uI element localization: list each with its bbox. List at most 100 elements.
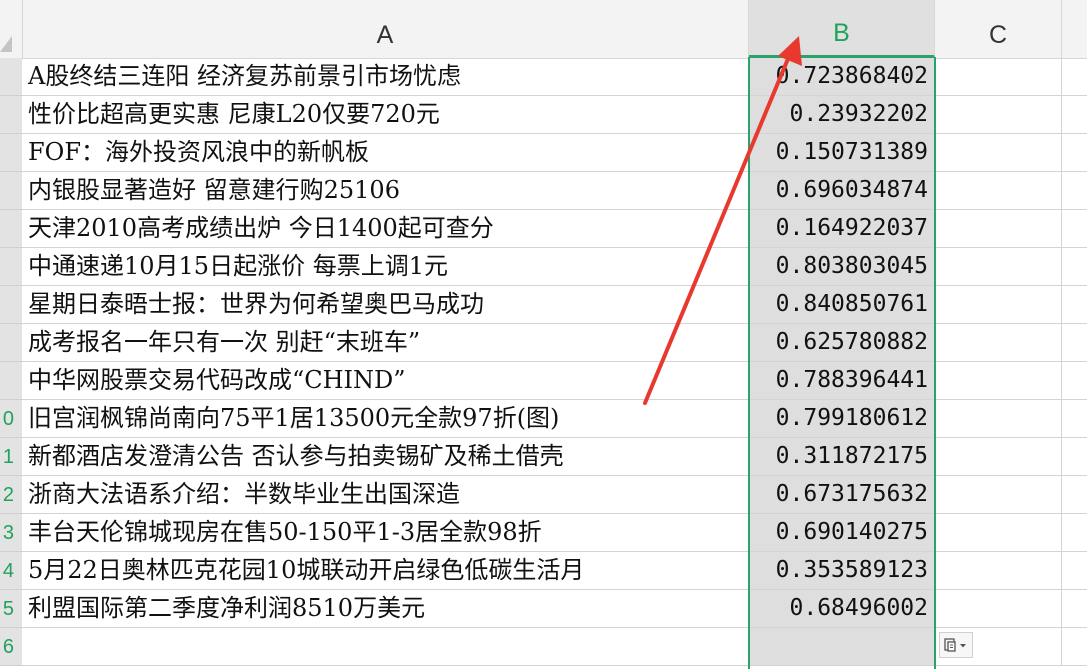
cell-c[interactable] xyxy=(935,438,1062,475)
table-row: 丰台天伦锦城现房在售50-150平1-3居全款98折 0.690140275 xyxy=(22,514,1087,552)
cell-b[interactable]: 0.311872175 xyxy=(749,438,935,475)
cell-a[interactable]: 性价比超高更实惠 尼康L20仅要720元 xyxy=(22,96,749,133)
row-header[interactable] xyxy=(0,248,22,286)
cell-a[interactable]: 旧宫润枫锦尚南向75平1居13500元全款97折(图) xyxy=(22,400,749,437)
table-row: 星期日泰晤士报：世界为何希望奥巴马成功 0.840850761 xyxy=(22,286,1087,324)
cell-d[interactable] xyxy=(1062,248,1087,285)
row-header[interactable]: 4 xyxy=(0,552,22,590)
row-header[interactable] xyxy=(0,210,22,248)
cell-a[interactable]: 星期日泰晤士报：世界为何希望奥巴马成功 xyxy=(22,286,749,323)
cell-b[interactable]: 0.353589123 xyxy=(749,552,935,589)
cell-a[interactable]: 天津2010高考成绩出炉 今日1400起可查分 xyxy=(22,210,749,247)
cell-a[interactable]: 成考报名一年只有一次 别赶“末班车” xyxy=(22,324,749,361)
cell-d[interactable] xyxy=(1062,58,1087,95)
cell-a[interactable]: 5月22日奥林匹克花园10城联动开启绿色低碳生活月 xyxy=(22,552,749,589)
cell-b[interactable]: 0.723868402 xyxy=(749,58,935,95)
column-header-d[interactable] xyxy=(1062,0,1087,58)
table-row: 内银股显著造好 留意建行购25106 0.696034874 xyxy=(22,172,1087,210)
cell-b[interactable]: 0.68496002 xyxy=(749,590,935,627)
cell-a[interactable]: 内银股显著造好 留意建行购25106 xyxy=(22,172,749,209)
cell-d[interactable] xyxy=(1062,172,1087,209)
cell-d[interactable] xyxy=(1062,210,1087,247)
column-header-c[interactable]: C xyxy=(935,0,1062,58)
table-row: 5月22日奥林匹克花园10城联动开启绿色低碳生活月 0.353589123 xyxy=(22,552,1087,590)
table-row: A股终结三连阳 经济复苏前景引市场忧虑 0.723868402 xyxy=(22,58,1087,96)
cell-c[interactable] xyxy=(935,400,1062,437)
cell-d[interactable] xyxy=(1062,324,1087,361)
table-row: 成考报名一年只有一次 别赶“末班车” 0.625780882 xyxy=(22,324,1087,362)
cell-b[interactable]: 0.23932202 xyxy=(749,96,935,133)
cell-a[interactable]: 浙商大法语系介绍：半数毕业生出国深造 xyxy=(22,476,749,513)
cell-d[interactable] xyxy=(1062,552,1087,589)
cell-d[interactable] xyxy=(1062,438,1087,475)
cell-b[interactable]: 0.150731389 xyxy=(749,134,935,171)
cell-a[interactable]: 新都酒店发澄清公告 否认参与拍卖锡矿及稀土借壳 xyxy=(22,438,749,475)
row-header[interactable]: 3 xyxy=(0,514,22,552)
cell-a[interactable]: 丰台天伦锦城现房在售50-150平1-3居全款98折 xyxy=(22,514,749,551)
table-row: 性价比超高更实惠 尼康L20仅要720元 0.23932202 xyxy=(22,96,1087,134)
cell-b[interactable]: 0.673175632 xyxy=(749,476,935,513)
cell-b[interactable]: 0.696034874 xyxy=(749,172,935,209)
cell-c[interactable] xyxy=(935,172,1062,209)
cell-a[interactable]: 中华网股票交易代码改成“CHIND” xyxy=(22,362,749,399)
cell-d[interactable] xyxy=(1062,400,1087,437)
cell-c[interactable] xyxy=(935,552,1062,589)
cell-a[interactable]: 中通速递10月15日起涨价 每票上调1元 xyxy=(22,248,749,285)
paste-options-icon xyxy=(944,638,966,652)
cell-c[interactable] xyxy=(935,324,1062,361)
cell-d[interactable] xyxy=(1062,134,1087,171)
cell-b[interactable]: 0.799180612 xyxy=(749,400,935,437)
cell-d[interactable] xyxy=(1062,476,1087,513)
cell-c[interactable] xyxy=(935,248,1062,285)
column-header-row: A B C xyxy=(0,0,1087,59)
cell-a[interactable]: 利盟国际第二季度净利润8510万美元 xyxy=(22,590,749,627)
cell-b[interactable]: 0.803803045 xyxy=(749,248,935,285)
row-header[interactable] xyxy=(0,58,22,96)
table-row: 中华网股票交易代码改成“CHIND” 0.788396441 xyxy=(22,362,1087,400)
table-row: FOF：海外投资风浪中的新帆板 0.150731389 xyxy=(22,134,1087,172)
cell-c[interactable] xyxy=(935,58,1062,95)
cell-c[interactable] xyxy=(935,134,1062,171)
row-header[interactable] xyxy=(0,96,22,134)
cell-a[interactable]: FOF：海外投资风浪中的新帆板 xyxy=(22,134,749,171)
table-row xyxy=(22,628,1087,666)
row-header[interactable] xyxy=(0,362,22,400)
table-row: 浙商大法语系介绍：半数毕业生出国深造 0.673175632 xyxy=(22,476,1087,514)
row-header[interactable]: 6 xyxy=(0,628,22,666)
cell-d[interactable] xyxy=(1062,628,1087,665)
paste-options-button[interactable] xyxy=(939,632,973,658)
cell-d[interactable] xyxy=(1062,96,1087,133)
spreadsheet: A B C 0 1 2 3 4 5 6 A股终结三连阳 经济复苏前景引市场忧虑 … xyxy=(0,0,1087,669)
row-header[interactable] xyxy=(0,134,22,172)
cell-c[interactable] xyxy=(935,590,1062,627)
cell-b[interactable]: 0.164922037 xyxy=(749,210,935,247)
cell-d[interactable] xyxy=(1062,514,1087,551)
cell-b[interactable]: 0.840850761 xyxy=(749,286,935,323)
cell-c[interactable] xyxy=(935,96,1062,133)
row-header[interactable]: 2 xyxy=(0,476,22,514)
cell-grid: A股终结三连阳 经济复苏前景引市场忧虑 0.723868402 性价比超高更实惠… xyxy=(22,58,1087,666)
cell-c[interactable] xyxy=(935,286,1062,323)
cell-c[interactable] xyxy=(935,362,1062,399)
column-header-a[interactable]: A xyxy=(22,0,749,58)
row-header[interactable]: 0 xyxy=(0,400,22,438)
cell-c[interactable] xyxy=(935,210,1062,247)
row-header[interactable] xyxy=(0,286,22,324)
column-header-b[interactable]: B xyxy=(749,0,935,58)
cell-b[interactable]: 0.625780882 xyxy=(749,324,935,361)
row-header[interactable] xyxy=(0,172,22,210)
row-header[interactable] xyxy=(0,324,22,362)
cell-b[interactable]: 0.788396441 xyxy=(749,362,935,399)
select-all-corner[interactable] xyxy=(0,0,23,58)
cell-d[interactable] xyxy=(1062,362,1087,399)
row-header[interactable]: 5 xyxy=(0,590,22,628)
cell-a[interactable]: A股终结三连阳 经济复苏前景引市场忧虑 xyxy=(22,58,749,95)
cell-b[interactable] xyxy=(749,628,935,665)
cell-d[interactable] xyxy=(1062,590,1087,627)
row-header[interactable]: 1 xyxy=(0,438,22,476)
cell-c[interactable] xyxy=(935,476,1062,513)
cell-d[interactable] xyxy=(1062,286,1087,323)
cell-a[interactable] xyxy=(22,628,749,665)
cell-c[interactable] xyxy=(935,514,1062,551)
cell-b[interactable]: 0.690140275 xyxy=(749,514,935,551)
